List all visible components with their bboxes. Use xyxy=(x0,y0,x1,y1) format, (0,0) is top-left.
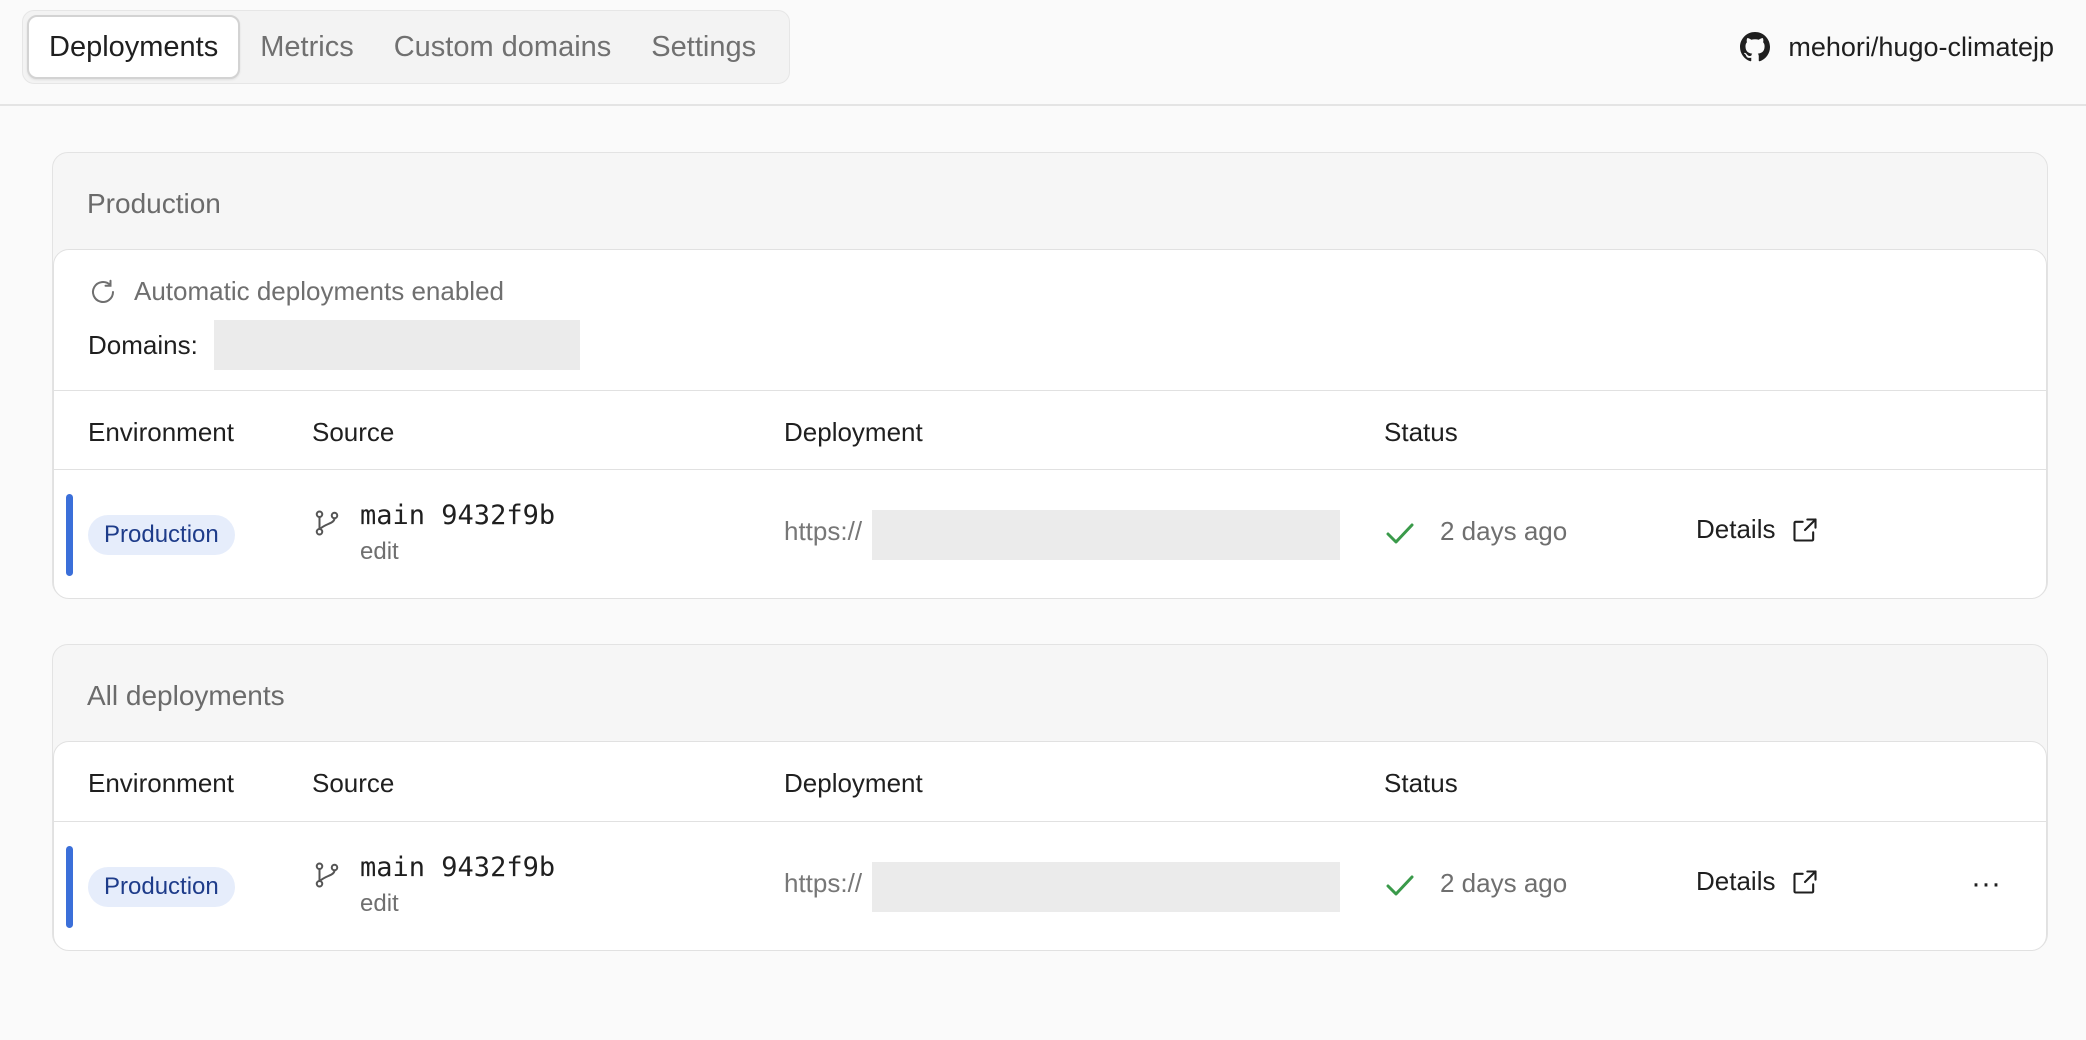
all-deployments-table-header: Environment Source Deployment Status xyxy=(54,742,2046,822)
production-card: Production Automatic deployments enabled… xyxy=(52,152,2048,599)
deployment-url-redacted xyxy=(872,862,1340,912)
col-status: Status xyxy=(1384,768,1458,798)
details-label: Details xyxy=(1696,866,1776,896)
table-row: Production main 9432f9b edit https:// 2 … xyxy=(54,822,2046,952)
branch-name: main xyxy=(360,500,426,531)
external-link-icon xyxy=(1793,869,1818,894)
commit-hash: 9432f9b xyxy=(441,852,556,883)
deployment-url[interactable]: https:// xyxy=(784,868,862,899)
git-branch-icon xyxy=(315,862,339,888)
col-status: Status xyxy=(1384,417,1458,447)
commit-hash: 9432f9b xyxy=(441,500,556,531)
commit-ref[interactable]: main 9432f9b xyxy=(360,500,555,531)
production-table-header: Environment Source Deployment Status xyxy=(54,390,2046,470)
tab-bar: Deployments Metrics Custom domains Setti… xyxy=(22,10,790,84)
deployment-url[interactable]: https:// xyxy=(784,516,862,547)
table-row: Production main 9432f9b edit https:// 2 … xyxy=(54,470,2046,600)
top-nav-bar: Deployments Metrics Custom domains Setti… xyxy=(0,0,2086,106)
auto-deploy-label: Automatic deployments enabled xyxy=(134,276,505,306)
details-link[interactable]: Details xyxy=(1696,514,1819,545)
repo-name: mehori/hugo-climatejp xyxy=(1788,31,2054,62)
git-branch-icon xyxy=(315,510,339,536)
all-deployments-card: All deployments Environment Source Deplo… xyxy=(52,644,2048,951)
github-icon xyxy=(1740,32,1771,62)
branch-name: main xyxy=(360,852,426,883)
auto-deploy-status: Automatic deployments enabled xyxy=(88,276,504,307)
production-title: Production xyxy=(87,188,221,219)
more-icon: ··· xyxy=(1971,867,2001,900)
external-link-icon xyxy=(1793,517,1818,542)
environment-badge: Production xyxy=(88,515,235,555)
domains-row: Domains: xyxy=(88,320,580,370)
commit-message: edit xyxy=(360,890,399,917)
col-source: Source xyxy=(312,768,395,798)
domains-label: Domains: xyxy=(88,329,198,360)
production-card-body: Automatic deployments enabled Domains: E… xyxy=(53,249,2047,599)
status-time: 2 days ago xyxy=(1440,516,1568,546)
deployment-url-redacted xyxy=(872,510,1340,560)
repo-link[interactable]: mehori/hugo-climatejp xyxy=(1740,26,2054,68)
domains-redacted xyxy=(213,320,580,370)
check-icon xyxy=(1386,523,1414,544)
environment-badge: Production xyxy=(88,867,235,907)
col-deployment: Deployment xyxy=(784,417,923,447)
all-deployments-title: All deployments xyxy=(87,680,285,711)
commit-message: edit xyxy=(360,538,399,565)
check-icon xyxy=(1386,875,1414,896)
col-deployment: Deployment xyxy=(784,768,923,798)
row-accent-bar xyxy=(66,846,73,928)
tab-custom-domains[interactable]: Custom domains xyxy=(374,15,632,79)
tab-deployments[interactable]: Deployments xyxy=(27,15,241,79)
refresh-icon xyxy=(92,279,114,303)
more-options-button[interactable]: ··· xyxy=(1964,862,2008,906)
row-accent-bar xyxy=(66,494,73,576)
status-time: 2 days ago xyxy=(1440,868,1568,898)
all-deployments-card-body: Environment Source Deployment Status Pro… xyxy=(53,741,2047,951)
details-link[interactable]: Details xyxy=(1696,866,1819,897)
tab-metrics[interactable]: Metrics xyxy=(240,15,373,79)
tab-settings[interactable]: Settings xyxy=(631,15,776,79)
col-environment: Environment xyxy=(88,417,234,447)
commit-ref[interactable]: main 9432f9b xyxy=(360,852,555,883)
col-source: Source xyxy=(312,417,395,447)
details-label: Details xyxy=(1696,514,1776,544)
col-environment: Environment xyxy=(88,768,234,798)
